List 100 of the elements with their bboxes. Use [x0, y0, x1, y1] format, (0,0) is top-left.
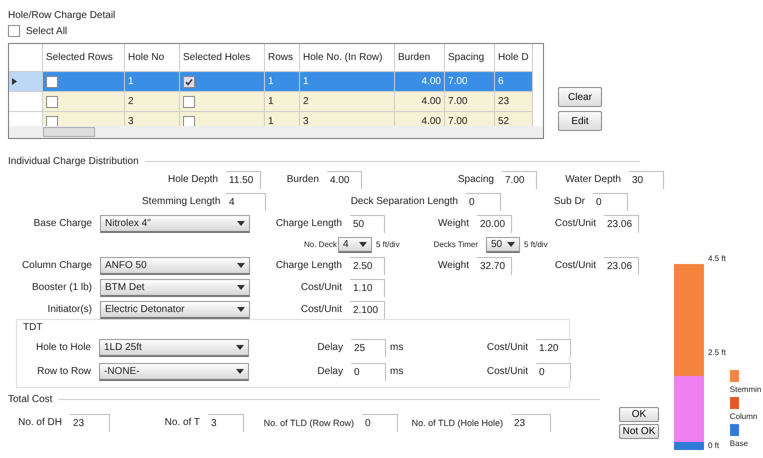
- dropdown[interactable]: BTM Det: [100, 279, 250, 297]
- input-field[interactable]: 11.50: [226, 171, 261, 189]
- column-header[interactable]: Hole D: [495, 44, 533, 72]
- input-field[interactable]: 23.06: [604, 215, 639, 233]
- input-field[interactable]: 2.100: [350, 301, 385, 319]
- table-cell: 1: [265, 72, 300, 92]
- edit-button[interactable]: Edit: [558, 111, 602, 131]
- table-cell: 3: [125, 112, 180, 126]
- column-header[interactable]: Hole No: [125, 44, 180, 72]
- input-field[interactable]: 0: [466, 193, 501, 211]
- caret-icon: [236, 368, 244, 374]
- input-field[interactable]: 23: [511, 414, 551, 432]
- input-field[interactable]: 3: [208, 414, 244, 432]
- field-label: No. of T: [164, 418, 201, 428]
- checkbox[interactable]: [46, 116, 58, 126]
- input-field[interactable]: 0: [362, 414, 398, 432]
- input-field[interactable]: 50: [350, 215, 385, 233]
- field-label: Charge Length: [274, 261, 343, 271]
- field-label: No. of TLD (Hole Hole): [410, 418, 504, 428]
- depth-mark: 2.5 ft: [708, 348, 726, 356]
- input-field[interactable]: 30: [629, 171, 664, 189]
- field-label: Column Charge: [20, 261, 93, 271]
- field-label: 5 ft/div: [376, 241, 401, 249]
- legend-label: Stemmin: [730, 385, 762, 394]
- horizontal-scrollbar[interactable]: [9, 126, 543, 138]
- input-field[interactable]: 20.00: [477, 215, 512, 233]
- field-label: Hole to Hole: [34, 343, 92, 353]
- table-cell: 4.00: [395, 72, 445, 92]
- dropdown[interactable]: ANFO 50: [100, 257, 250, 275]
- input-field[interactable]: 2.50: [350, 257, 385, 275]
- field-label: Cost/Unit: [300, 305, 343, 315]
- checkbox[interactable]: [183, 76, 195, 88]
- legend-label: Base: [730, 439, 748, 448]
- row-header[interactable]: [9, 72, 43, 92]
- field-label: Water Depth: [564, 175, 622, 185]
- input-field[interactable]: 4: [226, 193, 266, 211]
- field-label: Cost/Unit: [554, 219, 597, 229]
- input-field[interactable]: 7.00: [502, 171, 537, 189]
- column-header[interactable]: Rows: [265, 44, 300, 72]
- field-label: Delay: [316, 343, 344, 353]
- field-label: 5 ft/div: [524, 241, 549, 249]
- field-label: No. of TLD (Row Row): [262, 418, 355, 428]
- field-label: ms: [390, 343, 404, 353]
- input-field[interactable]: 1.10: [350, 279, 385, 297]
- column-header[interactable]: Selected Holes: [180, 44, 265, 72]
- depth-mark: 0 ft: [708, 441, 720, 450]
- field-label: Hole Depth: [166, 175, 219, 185]
- dropdown[interactable]: 50: [486, 237, 520, 253]
- checkbox[interactable]: [46, 96, 58, 108]
- input-field[interactable]: 25: [351, 339, 386, 357]
- group-title: Total Cost: [8, 394, 52, 405]
- column-header[interactable]: Hole No. (In Row): [300, 44, 395, 72]
- field-label: Weight: [437, 261, 470, 271]
- field-label: Booster (1 lb): [30, 283, 93, 293]
- field-label: Cost/Unit: [300, 283, 343, 293]
- field-label: Sub Dr: [552, 197, 586, 207]
- select-all-checkbox[interactable]: [8, 25, 20, 37]
- column-header[interactable]: Selected Rows: [43, 44, 125, 72]
- group-title: TDT: [23, 322, 44, 333]
- table-cell: 7.00: [445, 112, 495, 126]
- checkbox[interactable]: [46, 76, 58, 88]
- clear-button[interactable]: Clear: [558, 87, 602, 107]
- field-label: Deck Separation Length: [350, 197, 459, 207]
- input-field[interactable]: 0: [536, 363, 571, 381]
- row-pointer-icon: [12, 78, 17, 85]
- caret-icon: [237, 262, 245, 268]
- section-title: Hole/Row Charge Detail: [8, 10, 116, 21]
- dropdown[interactable]: 1LD 25ft: [99, 339, 249, 357]
- field-label: Row to Row: [36, 367, 92, 377]
- caret-icon: [236, 344, 244, 350]
- checkbox[interactable]: [183, 96, 195, 108]
- table-cell: 1: [300, 72, 395, 92]
- group-title: Individual Charge Distribution: [8, 156, 139, 167]
- input-field[interactable]: 0: [351, 363, 386, 381]
- field-label: Delay: [316, 367, 344, 377]
- field-label: Charge Length: [274, 219, 343, 229]
- input-field[interactable]: 23.06: [604, 257, 639, 275]
- input-field[interactable]: 1.20: [536, 339, 571, 357]
- table-cell: 3: [300, 112, 395, 126]
- checkbox[interactable]: [183, 116, 195, 126]
- table-cell: 7.00: [445, 72, 495, 92]
- input-field[interactable]: 32.70: [477, 257, 512, 275]
- input-field[interactable]: 4.00: [327, 171, 362, 189]
- column-header[interactable]: Burden: [395, 44, 445, 72]
- field-label: Initiator(s): [46, 305, 93, 315]
- table-cell: 6: [495, 72, 533, 92]
- table-cell: 23: [495, 92, 533, 112]
- column-header[interactable]: Spacing: [445, 44, 495, 72]
- input-field[interactable]: 23: [70, 414, 110, 432]
- field-label: ms: [390, 367, 404, 377]
- dropdown[interactable]: -NONE-: [99, 363, 249, 381]
- dropdown[interactable]: Nitrolex 4": [100, 215, 250, 233]
- field-label: Decks Timer: [432, 241, 479, 249]
- not-ok-button[interactable]: Not OK: [619, 424, 659, 439]
- input-field[interactable]: 0: [593, 193, 628, 211]
- table-cell: 1: [125, 72, 180, 92]
- dropdown[interactable]: 4: [338, 237, 372, 253]
- dropdown[interactable]: Electric Detonator: [100, 301, 250, 319]
- ok-button[interactable]: OK: [619, 407, 659, 422]
- table-cell: 4.00: [395, 92, 445, 112]
